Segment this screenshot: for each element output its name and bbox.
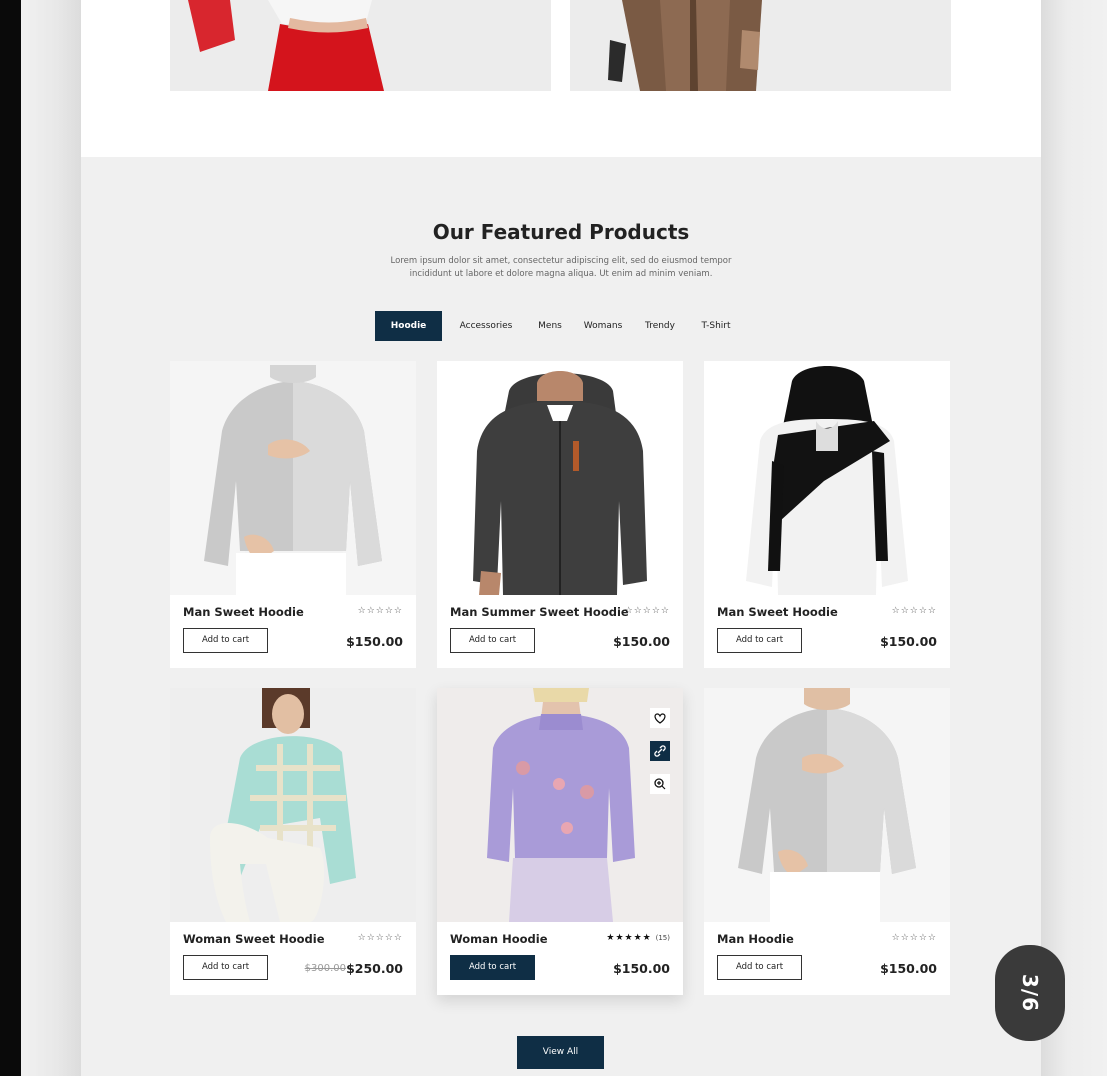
- add-to-cart-button[interactable]: Add to cart: [450, 955, 535, 980]
- link-icon[interactable]: [650, 741, 670, 761]
- pager-badge[interactable]: 3/6: [995, 945, 1065, 1041]
- add-to-cart-button[interactable]: Add to cart: [717, 628, 802, 653]
- product-card[interactable]: Woman Sweet Hoodie ☆☆☆☆☆ Add to cart $30…: [170, 688, 416, 995]
- product-name: Woman Hoodie: [450, 932, 548, 946]
- product-card-hovered[interactable]: Woman Hoodie ★★★★★ (15) Add to cart $150…: [437, 688, 683, 995]
- pager-text: 3/6: [1018, 973, 1043, 1013]
- product-card[interactable]: Man Hoodie ☆☆☆☆☆ Add to cart $150.00: [704, 688, 950, 995]
- product-price: $150.00: [880, 961, 937, 976]
- view-all-button[interactable]: View All: [517, 1036, 604, 1069]
- product-card[interactable]: Man Summer Sweet Hoodie ☆☆☆☆☆ Add to car…: [437, 361, 683, 668]
- add-to-cart-button[interactable]: Add to cart: [183, 955, 268, 980]
- rating-stars: ☆☆☆☆☆: [357, 933, 403, 943]
- rating-stars-glyphs: ★★★★★: [606, 933, 652, 943]
- rating-stars: ☆☆☆☆☆: [891, 606, 937, 616]
- hero-section: [81, 0, 1041, 157]
- tab-trendy[interactable]: Trendy: [639, 311, 681, 341]
- product-card[interactable]: Man Sweet Hoodie ☆☆☆☆☆ Add to cart $150.…: [704, 361, 950, 668]
- tab-womans[interactable]: Womans: [579, 311, 627, 341]
- product-name: Man Sweet Hoodie: [717, 605, 838, 619]
- product-price: $150.00: [880, 634, 937, 649]
- product-image[interactable]: [437, 688, 683, 922]
- section-title: Our Featured Products: [432, 220, 690, 244]
- hero-man-image: [570, 0, 951, 91]
- right-gutter: [1041, 0, 1107, 1076]
- left-edge-bar: [0, 0, 21, 1076]
- product-price: $150.00: [613, 634, 670, 649]
- product-image[interactable]: [704, 361, 950, 595]
- left-gutter: [21, 0, 81, 1076]
- product-name: Woman Sweet Hoodie: [183, 932, 325, 946]
- hero-woman-image: [170, 0, 551, 91]
- heart-icon[interactable]: [650, 708, 670, 728]
- product-card[interactable]: Man Sweet Hoodie ☆☆☆☆☆ Add to cart $150.…: [170, 361, 416, 668]
- product-name: Man Sweet Hoodie: [183, 605, 304, 619]
- product-image[interactable]: [170, 361, 416, 595]
- page-container: Our Featured Products Lorem ipsum dolor …: [81, 0, 1041, 1076]
- tab-accessories[interactable]: Accessories: [455, 311, 517, 341]
- tab-tshirt[interactable]: T-Shirt: [693, 311, 739, 341]
- review-count: (15): [655, 934, 670, 942]
- tab-hoodie[interactable]: Hoodie: [375, 311, 442, 341]
- rating-stars: ★★★★★ (15): [606, 933, 670, 943]
- zoom-icon[interactable]: [650, 774, 670, 794]
- product-name: Man Hoodie: [717, 932, 794, 946]
- old-price: $300.00: [304, 963, 346, 974]
- product-price: $250.00: [346, 961, 403, 976]
- hero-card-woman[interactable]: [170, 0, 551, 91]
- add-to-cart-button[interactable]: Add to cart: [450, 628, 535, 653]
- add-to-cart-button[interactable]: Add to cart: [183, 628, 268, 653]
- product-price: $150.00: [613, 961, 670, 976]
- rating-stars: ☆☆☆☆☆: [891, 933, 937, 943]
- rating-stars: ☆☆☆☆☆: [357, 606, 403, 616]
- product-name: Man Summer Sweet Hoodie: [450, 605, 629, 619]
- add-to-cart-button[interactable]: Add to cart: [717, 955, 802, 980]
- product-image[interactable]: [437, 361, 683, 595]
- product-price: $150.00: [346, 634, 403, 649]
- product-image[interactable]: [170, 688, 416, 922]
- hero-card-man[interactable]: [570, 0, 951, 91]
- tab-mens[interactable]: Mens: [533, 311, 567, 341]
- rating-stars: ☆☆☆☆☆: [624, 606, 670, 616]
- section-subtitle: Lorem ipsum dolor sit amet, consectetur …: [390, 256, 732, 279]
- product-image[interactable]: [704, 688, 950, 922]
